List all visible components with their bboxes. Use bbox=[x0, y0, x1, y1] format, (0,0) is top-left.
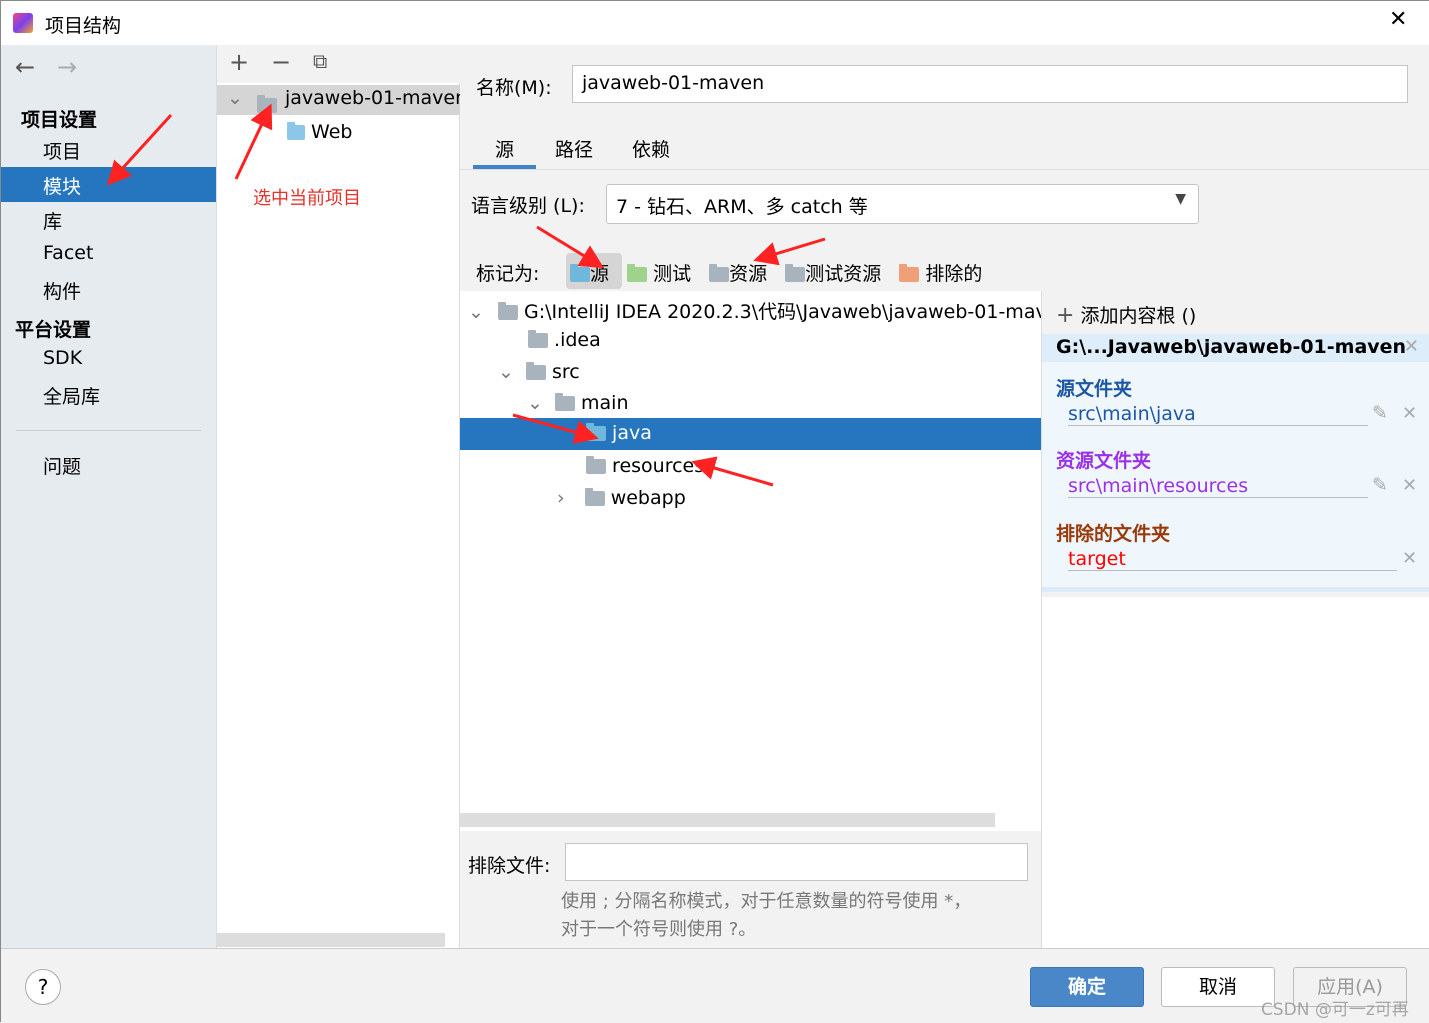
arrow-to-java bbox=[512, 413, 599, 444]
arrow-to-source-button bbox=[536, 225, 605, 269]
arrow-to-modules bbox=[106, 113, 173, 186]
arrow-to-resources bbox=[691, 456, 774, 487]
arrow-to-module-root bbox=[234, 103, 273, 180]
annotation-arrows bbox=[106, 103, 826, 487]
arrow-to-resource-button bbox=[753, 237, 826, 266]
